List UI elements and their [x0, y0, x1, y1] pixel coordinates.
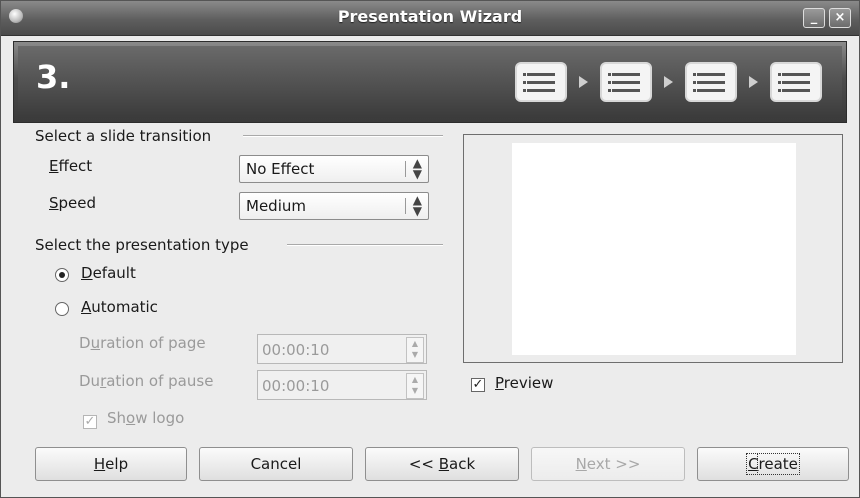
- show-logo-checkbox[interactable]: ✓: [83, 415, 97, 429]
- effect-value: No Effect: [246, 160, 315, 178]
- default-radio[interactable]: [55, 268, 69, 282]
- duration-of-pause-value: 00:00:10: [262, 377, 330, 395]
- presentation-type-divider: [287, 244, 443, 246]
- speed-label: Speed: [49, 194, 97, 212]
- duration-of-page-value: 00:00:10: [262, 341, 330, 359]
- title-bar[interactable]: Presentation Wizard _ ×: [1, 1, 859, 36]
- preview-frame: [463, 134, 843, 363]
- step-number: 3.: [36, 58, 71, 96]
- presentation-type-group-heading: Select the presentation type: [35, 236, 249, 254]
- automatic-radio-label[interactable]: Automatic: [81, 298, 158, 316]
- close-button[interactable]: ×: [829, 8, 851, 28]
- minimize-button[interactable]: _: [803, 8, 825, 28]
- duration-of-pause-spinbox[interactable]: 00:00:10 ▲ ▼: [257, 370, 427, 400]
- preview-checkbox[interactable]: ✓: [471, 378, 485, 392]
- banner-background: 3.: [18, 46, 842, 118]
- chevron-updown-icon: ▲ ▼: [412, 156, 422, 181]
- speed-dropdown[interactable]: Medium ▲ ▼: [239, 192, 429, 220]
- cancel-button[interactable]: Cancel: [199, 447, 353, 481]
- presentation-wizard-window: Presentation Wizard _ × 3. Select a slid…: [0, 0, 860, 498]
- transition-group-heading: Select a slide transition: [35, 127, 212, 145]
- list-page-icon: [600, 62, 652, 102]
- wizard-header-banner: 3.: [13, 41, 847, 123]
- next-button[interactable]: Next >>: [531, 447, 685, 481]
- automatic-radio[interactable]: [55, 302, 69, 316]
- arrow-right-icon: [749, 76, 758, 88]
- preview-label[interactable]: Preview: [495, 374, 553, 392]
- step-indicator: [515, 62, 822, 102]
- chevron-updown-icon: ▲ ▼: [412, 193, 422, 218]
- arrow-right-icon: [664, 76, 673, 88]
- preview-slide: [512, 143, 796, 355]
- speed-value: Medium: [246, 197, 306, 215]
- back-button[interactable]: << Back: [365, 447, 519, 481]
- duration-of-pause-label: Duration of pause: [79, 372, 214, 390]
- effect-dropdown[interactable]: No Effect ▲ ▼: [239, 155, 429, 183]
- duration-of-page-label: Duration of page: [79, 334, 206, 352]
- create-button[interactable]: Create: [697, 447, 849, 481]
- spin-up-down-icon[interactable]: ▲ ▼: [406, 373, 424, 399]
- list-page-icon: [685, 62, 737, 102]
- list-page-icon: [515, 62, 567, 102]
- show-logo-label[interactable]: Show logo: [107, 409, 184, 427]
- spin-up-down-icon[interactable]: ▲ ▼: [406, 337, 424, 363]
- list-page-icon: [770, 62, 822, 102]
- effect-label: Effect: [49, 157, 93, 175]
- window-title: Presentation Wizard: [337, 7, 523, 26]
- arrow-right-icon: [579, 76, 588, 88]
- transition-group-divider: [243, 135, 443, 137]
- default-radio-label[interactable]: Default: [81, 264, 136, 282]
- duration-of-page-spinbox[interactable]: 00:00:10 ▲ ▼: [257, 334, 427, 364]
- help-button[interactable]: Help: [35, 447, 187, 481]
